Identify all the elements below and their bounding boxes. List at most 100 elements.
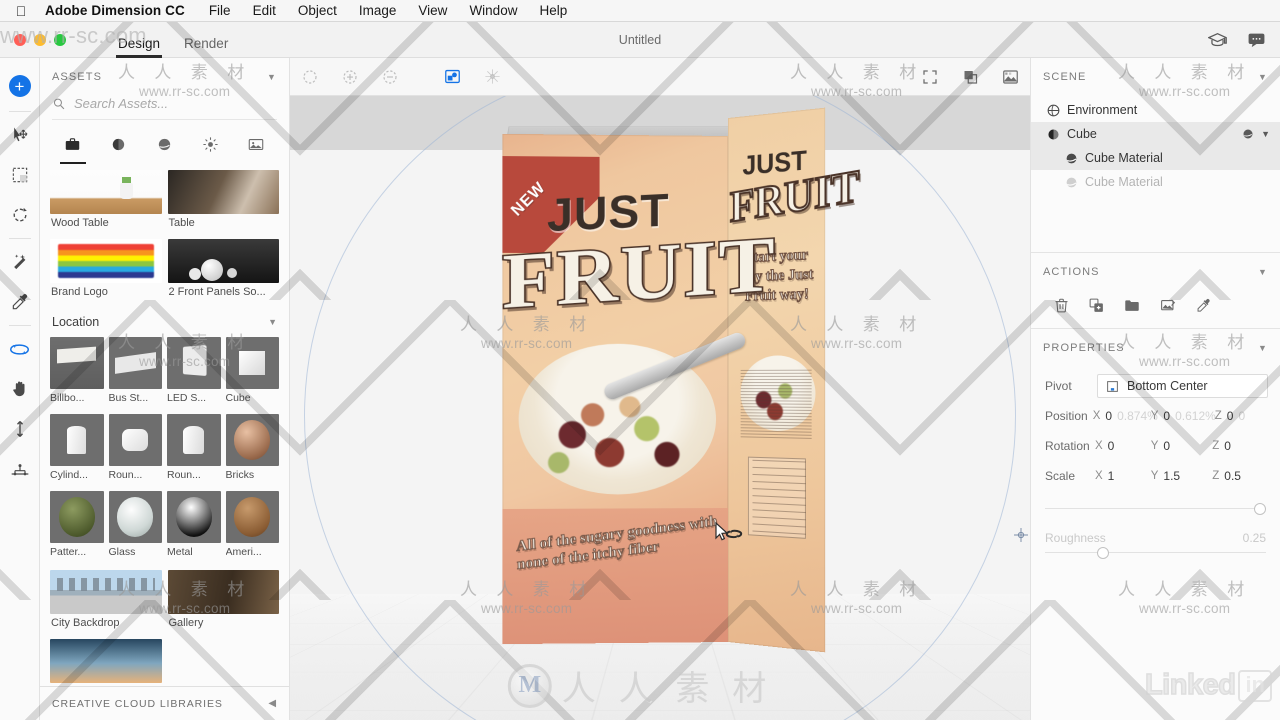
tab-render[interactable]: Render — [172, 36, 240, 58]
asset-item-bricks[interactable]: Bricks — [225, 414, 279, 487]
menu-item-image[interactable]: Image — [348, 3, 408, 18]
material-sphere-icon[interactable] — [1242, 128, 1254, 140]
asset-item-led-screen[interactable]: LED S... — [167, 337, 221, 410]
horizon-tool[interactable] — [0, 449, 40, 489]
maximize-button[interactable] — [54, 33, 66, 46]
chevron-down-icon[interactable]: ▼ — [1258, 267, 1268, 277]
chevron-down-icon[interactable]: ▼ — [267, 72, 277, 82]
tab-design[interactable]: Design — [106, 36, 172, 58]
asset-item-rounded-cylinder[interactable]: Roun... — [167, 414, 221, 487]
images-tab[interactable] — [239, 134, 273, 164]
asset-item-billboard[interactable]: Billbo... — [50, 337, 104, 410]
opacity-slider-track[interactable] — [1045, 501, 1266, 517]
asset-item-brand-logo[interactable]: Brand Logo — [50, 239, 162, 303]
orbit-tool[interactable] — [0, 329, 40, 369]
selection-circle-tool[interactable] — [290, 58, 330, 96]
search-assets-field[interactable]: Search Assets... — [52, 96, 277, 120]
scene-item-cube-material-active[interactable]: Cube Material — [1031, 146, 1280, 170]
chevron-down-icon[interactable]: ▼ — [268, 317, 277, 327]
rotation-y-field[interactable]: Y 0 — [1151, 439, 1213, 453]
pivot-dropdown[interactable]: Bottom Center — [1097, 374, 1268, 398]
delete-button[interactable] — [1053, 297, 1070, 314]
scale-x-field[interactable]: X 1 — [1095, 469, 1151, 483]
creative-cloud-libraries-footer[interactable]: CREATIVE CLOUD LIBRARIES ◀ — [40, 686, 289, 720]
magic-wand-tool[interactable] — [0, 242, 40, 282]
scene-item-cube-material-inactive[interactable]: Cube Material — [1031, 170, 1280, 194]
roughness-slider-track[interactable] — [1045, 545, 1266, 561]
chat-bubble-icon[interactable] — [1247, 32, 1266, 48]
menu-item-edit[interactable]: Edit — [242, 3, 287, 18]
asset-thumbnail — [225, 491, 279, 543]
asset-item-metal[interactable]: Metal — [167, 491, 221, 564]
magic-select-tool[interactable] — [432, 58, 472, 96]
menu-item-window[interactable]: Window — [458, 3, 528, 18]
chevron-down-icon[interactable]: ▼ — [1258, 72, 1268, 82]
asset-item-bus-stop[interactable]: Bus St... — [108, 337, 162, 410]
asset-item-city-backdrop[interactable]: City Backdrop — [50, 570, 162, 634]
asset-item-cylinder[interactable]: Cylind... — [50, 414, 104, 487]
snap-tool[interactable] — [472, 58, 512, 96]
menu-item-view[interactable]: View — [407, 3, 458, 18]
close-button[interactable] — [14, 33, 26, 46]
position-z-field[interactable]: Z 0 0 — [1215, 409, 1268, 423]
asset-item-pattern[interactable]: Patter... — [50, 491, 104, 564]
add-to-selection-tool[interactable] — [330, 58, 370, 96]
chevron-down-icon[interactable]: ▼ — [1258, 343, 1268, 353]
location-section-header[interactable]: Location ▼ — [40, 303, 289, 337]
asset-item-table[interactable]: Table — [167, 170, 279, 234]
asset-item-cube[interactable]: Cube — [225, 337, 279, 410]
scale-z-field[interactable]: Z 0.5 — [1212, 469, 1268, 483]
chevron-left-icon[interactable]: ◀ — [268, 698, 277, 709]
lights-tab[interactable] — [193, 134, 227, 164]
3d-stage[interactable]: JUST FRUIT Start your day the Just Fruit… — [290, 96, 1030, 720]
place-image-button[interactable] — [1159, 297, 1177, 314]
group-button[interactable] — [1123, 297, 1141, 314]
position-x-field[interactable]: X 0 0.874% — [1093, 409, 1158, 423]
materials-tab[interactable] — [147, 134, 181, 164]
select-move-tool[interactable] — [0, 115, 40, 155]
menu-item-help[interactable]: Help — [528, 3, 578, 18]
rotation-x-field[interactable]: X 0 — [1095, 439, 1151, 453]
pan-tool[interactable] — [0, 369, 40, 409]
menu-item-file[interactable]: File — [198, 3, 242, 18]
minimize-button[interactable] — [34, 33, 46, 46]
asset-item-2-front-panels[interactable]: 2 Front Panels So... — [167, 239, 279, 303]
add-content-button[interactable]: + — [0, 64, 40, 108]
apple-icon[interactable]:  — [10, 3, 32, 19]
asset-item-gallery[interactable]: Gallery — [167, 570, 279, 634]
pivot-gizmo-icon[interactable] — [1014, 528, 1028, 542]
asset-item-american[interactable]: Ameri... — [225, 491, 279, 564]
cereal-box-model[interactable]: JUST FRUIT Start your day the Just Fruit… — [501, 107, 861, 674]
opacity-ghost-slider[interactable] — [1031, 501, 1280, 517]
roughness-slider-knob[interactable] — [1097, 547, 1109, 559]
render-preview-button[interactable] — [990, 58, 1030, 96]
models-tab[interactable] — [102, 134, 136, 164]
opacity-slider-knob[interactable] — [1254, 503, 1266, 515]
scene-panel-header: SCENE ▼ — [1031, 58, 1280, 96]
graduation-cap-icon[interactable] — [1208, 32, 1227, 48]
duplicate-view-button[interactable] — [950, 58, 990, 96]
chevron-down-icon[interactable]: ▼ — [1261, 129, 1270, 139]
rotation-z-field[interactable]: Z 0 — [1212, 439, 1268, 453]
asset-item-partial[interactable] — [50, 639, 162, 683]
subtract-from-selection-tool[interactable] — [370, 58, 410, 96]
dolly-tool[interactable] — [0, 409, 40, 449]
asset-item-rounded-cube[interactable]: Roun... — [108, 414, 162, 487]
scale-y-field[interactable]: Y 1.5 — [1151, 469, 1213, 483]
eyedropper-tool[interactable] — [0, 282, 40, 322]
position-y-field[interactable]: Y 0 0.612% — [1151, 409, 1216, 423]
scene-title: SCENE — [1043, 71, 1087, 83]
scene-item-environment[interactable]: Environment — [1031, 98, 1280, 122]
asset-thumbnail — [50, 491, 104, 543]
scene-item-cube[interactable]: Cube ▼ — [1031, 122, 1280, 146]
marquee-select-tool[interactable] — [0, 155, 40, 195]
sample-material-button[interactable] — [1195, 297, 1212, 314]
rotate-tool[interactable] — [0, 195, 40, 235]
asset-label: Bricks — [225, 469, 255, 481]
fit-to-frame-button[interactable] — [910, 58, 950, 96]
asset-item-wood-table[interactable]: Wood Table — [50, 170, 162, 234]
starter-assets-tab[interactable] — [56, 134, 90, 164]
menu-item-object[interactable]: Object — [287, 3, 348, 18]
duplicate-button[interactable] — [1088, 297, 1105, 314]
asset-item-glass[interactable]: Glass — [108, 491, 162, 564]
